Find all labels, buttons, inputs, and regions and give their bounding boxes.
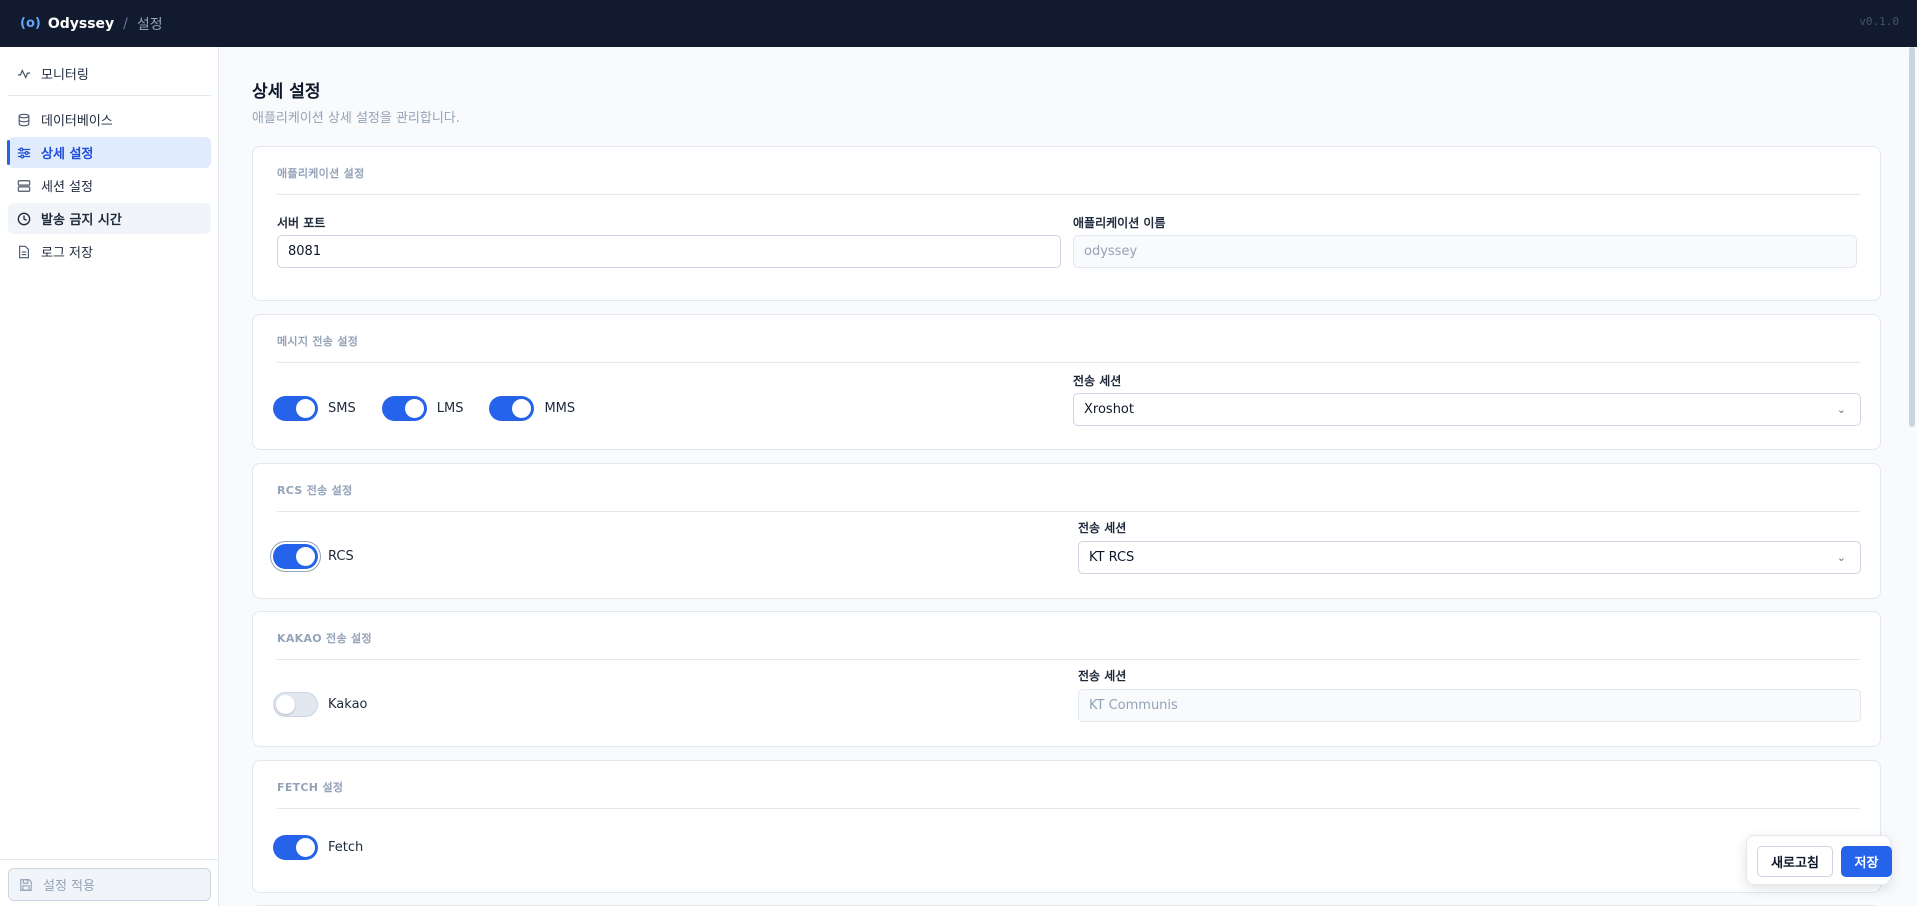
sidebar-item-log-storage[interactable]: 로그 저장 <box>8 236 211 267</box>
save-icon <box>20 878 32 891</box>
sliders-icon <box>17 146 31 159</box>
apply-settings-button[interactable]: 설정 적용 <box>8 868 211 901</box>
mms-toggle[interactable] <box>489 396 535 421</box>
app-name-label: 애플리케이션 이름 <box>1073 216 1166 230</box>
logo-icon: (o) <box>20 16 41 31</box>
section-title: 애플리케이션 설정 <box>277 167 365 180</box>
server-port-input[interactable]: 8081 <box>277 235 1061 268</box>
brand-name[interactable]: Odyssey <box>48 16 114 32</box>
sidebar-item-session-settings[interactable]: 세션 설정 <box>8 170 211 201</box>
clock-icon <box>17 212 31 225</box>
sidebar-divider <box>8 95 211 96</box>
kakao-toggle-label: Kakao <box>328 697 368 712</box>
file-icon <box>19 245 29 258</box>
fetch-toggle-group: Fetch <box>273 835 389 860</box>
sidebar-item-monitoring[interactable]: 모니터링 <box>8 58 211 89</box>
apply-settings-label: 설정 적용 <box>43 879 95 894</box>
app-settings-card: 애플리케이션 설정 서버 포트 8081 애플리케이션 이름 odyssey <box>252 146 1881 301</box>
sidebar-item-blackout-time[interactable]: 발송 금지 시간 <box>8 203 211 234</box>
app-name-input[interactable]: odyssey <box>1073 235 1857 268</box>
section-divider <box>277 808 1860 809</box>
message-settings-card: 메시지 전송 설정 SMS LMS MMS 전송 세션 Xroshot ⌄ <box>252 314 1881 450</box>
kakao-session-select[interactable]: KT Communis <box>1078 689 1861 722</box>
fetch-toggle[interactable] <box>273 835 318 860</box>
mms-toggle-label: MMS <box>544 401 576 416</box>
main-content: 상세 설정 애플리케이션 상세 설정을 관리합니다. 애플리케이션 설정 서버 … <box>220 47 1905 906</box>
sidebar-item-detail-settings[interactable]: 상세 설정 <box>7 137 211 168</box>
section-divider <box>277 362 1860 363</box>
kakao-toggle-group: Kakao <box>273 692 393 717</box>
sidebar-item-label: 세션 설정 <box>41 180 93 195</box>
sidebar-item-database[interactable]: 데이터베이스 <box>8 104 211 135</box>
section-title: KAKAO 전송 설정 <box>277 632 372 645</box>
scrollbar[interactable] <box>1905 47 1917 906</box>
fetch-toggle-label: Fetch <box>328 840 364 855</box>
kakao-settings-card: KAKAO 전송 설정 Kakao 전송 세션 KT Communis <box>252 611 1881 747</box>
version-label: v0.1.0 <box>1859 15 1899 28</box>
section-title: RCS 전송 설정 <box>277 484 353 497</box>
chevron-down-icon: ⌄ <box>1836 551 1846 564</box>
selected-value: KT RCS <box>1089 550 1135 565</box>
sidebar-item-label: 상세 설정 <box>41 147 94 162</box>
rcs-session-select[interactable]: KT RCS ⌄ <box>1078 541 1861 574</box>
session-label: 전송 세션 <box>1078 669 1127 683</box>
section-title: 메시지 전송 설정 <box>277 335 359 348</box>
sms-toggle-label: SMS <box>328 401 356 416</box>
rcs-toggle-group: RCS <box>273 544 380 569</box>
page-subtitle: 애플리케이션 상세 설정을 관리합니다. <box>252 111 460 126</box>
server-port-label: 서버 포트 <box>277 216 326 230</box>
section-divider <box>277 194 1860 195</box>
fetch-settings-card: FETCH 설정 Fetch <box>252 760 1881 893</box>
sidebar-item-label: 로그 저장 <box>41 246 93 261</box>
top-bar: (o) Odyssey / 설정 v0.1.0 <box>0 0 1917 47</box>
breadcrumb-separator: / <box>123 15 128 32</box>
section-divider <box>277 511 1860 512</box>
kakao-toggle[interactable] <box>273 692 318 717</box>
sidebar-item-label: 모니터링 <box>41 68 89 83</box>
message-session-select[interactable]: Xroshot ⌄ <box>1073 393 1861 426</box>
sidebar-item-label: 발송 금지 시간 <box>41 213 122 228</box>
selected-value: Xroshot <box>1084 402 1134 417</box>
section-divider <box>277 659 1860 660</box>
page-title: 상세 설정 <box>252 82 321 102</box>
session-label: 전송 세션 <box>1073 374 1122 388</box>
scrollbar-thumb[interactable] <box>1909 47 1915 427</box>
section-title: FETCH 설정 <box>277 781 344 794</box>
rcs-settings-card: RCS 전송 설정 RCS 전송 세션 KT RCS ⌄ <box>252 463 1881 599</box>
chevron-down-icon: ⌄ <box>1836 403 1846 416</box>
sidebar-item-label: 데이터베이스 <box>41 114 113 129</box>
lms-toggle[interactable] <box>381 396 427 421</box>
refresh-button[interactable]: 새로고침 <box>1757 846 1833 877</box>
activity-icon <box>17 68 31 79</box>
save-button[interactable]: 저장 <box>1841 846 1892 877</box>
server-icon <box>17 179 31 192</box>
floating-action-bar: 새로고침 저장 <box>1746 835 1892 885</box>
message-type-toggles: SMS LMS MMS <box>273 396 601 421</box>
database-icon <box>18 113 30 126</box>
sidebar: 모니터링 데이터베이스 상세 설정 세션 설정 발송 금지 시간 로그 저장 설… <box>0 47 219 906</box>
session-label: 전송 세션 <box>1078 521 1127 535</box>
lms-toggle-label: LMS <box>436 401 464 416</box>
rcs-toggle-label: RCS <box>328 549 354 564</box>
breadcrumb-current: 설정 <box>136 16 163 33</box>
sms-toggle[interactable] <box>273 396 318 421</box>
sidebar-footer: 설정 적용 <box>0 859 219 906</box>
rcs-toggle[interactable] <box>273 544 318 569</box>
